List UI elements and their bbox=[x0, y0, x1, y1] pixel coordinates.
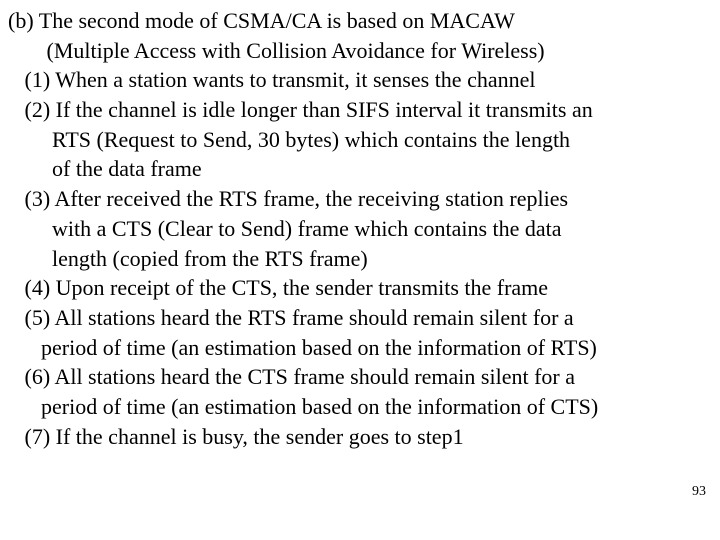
text-line: (Multiple Access with Collision Avoidanc… bbox=[8, 36, 712, 66]
text-line: of the data frame bbox=[8, 154, 712, 184]
text-line: period of time (an estimation based on t… bbox=[8, 392, 712, 422]
text-line: with a CTS (Clear to Send) frame which c… bbox=[8, 214, 712, 244]
text-line: (b) The second mode of CSMA/CA is based … bbox=[8, 6, 712, 36]
text-line: period of time (an estimation based on t… bbox=[8, 333, 712, 363]
slide-page: (b) The second mode of CSMA/CA is based … bbox=[0, 0, 720, 540]
text-line: (3) After received the RTS frame, the re… bbox=[8, 184, 712, 214]
text-line: length (copied from the RTS frame) bbox=[8, 244, 712, 274]
text-line: (5) All stations heard the RTS frame sho… bbox=[8, 303, 712, 333]
text-line: (4) Upon receipt of the CTS, the sender … bbox=[8, 273, 712, 303]
text-line: (6) All stations heard the CTS frame sho… bbox=[8, 362, 712, 392]
text-line: (2) If the channel is idle longer than S… bbox=[8, 95, 712, 125]
text-line: (1) When a station wants to transmit, it… bbox=[8, 65, 712, 95]
text-line: RTS (Request to Send, 30 bytes) which co… bbox=[8, 125, 712, 155]
page-number: 93 bbox=[692, 483, 706, 502]
text-line: (7) If the channel is busy, the sender g… bbox=[8, 422, 712, 452]
